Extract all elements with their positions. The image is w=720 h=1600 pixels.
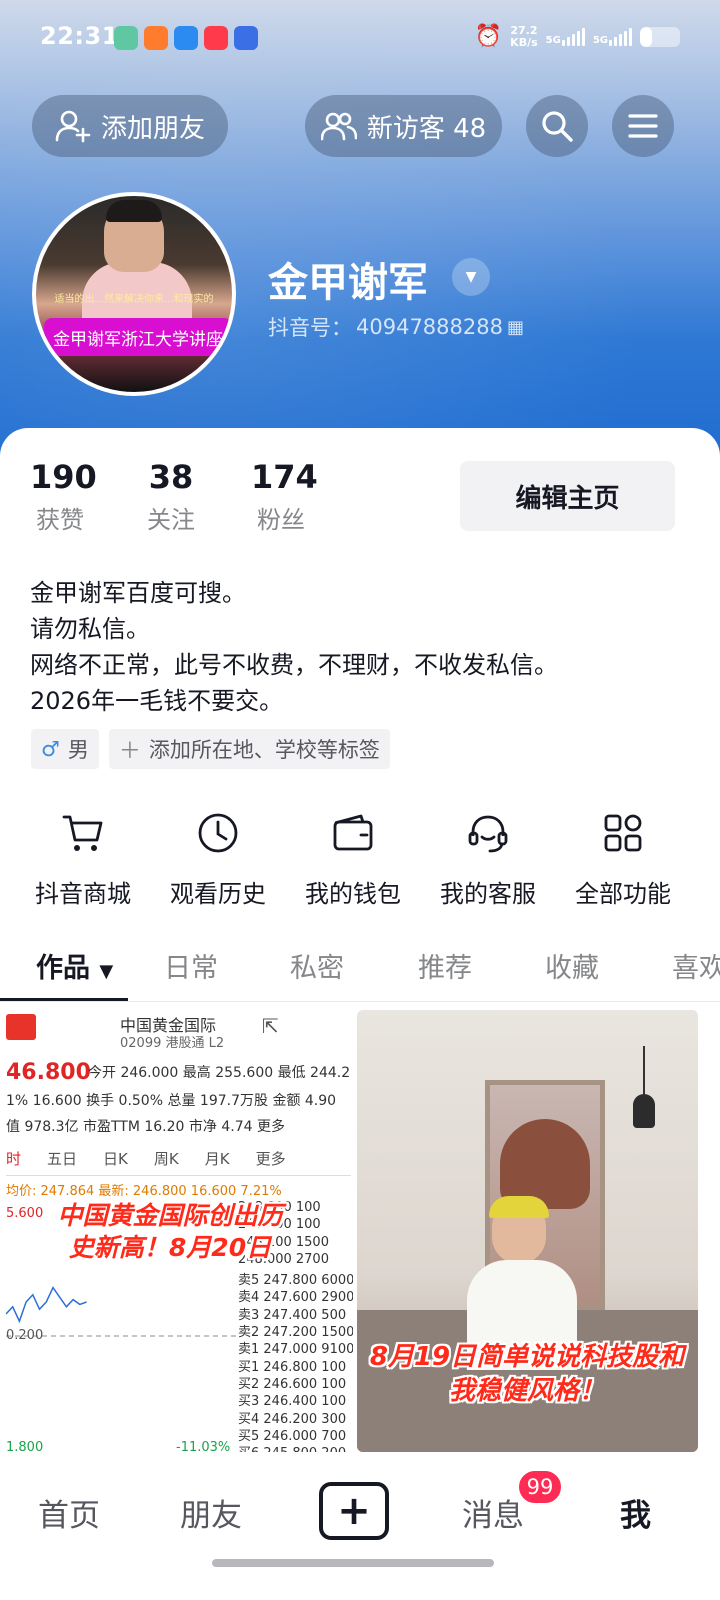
edit-profile-button[interactable]: 编辑主页 [460,461,675,531]
status-bar: 22:31 ⏰ 27.2 KB/s 5G 5G [0,18,720,58]
video-caption: 8月19日简单说说科技股和我稳健风格！ [369,1342,685,1406]
visitors-icon [320,112,357,141]
works-grid: 中国黄金国际 02099 港股通 L2 ⇱ 46.800 今开 246.000 … [0,1006,720,1456]
signal-bars-icon [609,27,632,46]
order-book-row: 卖3 247.400 500 [238,1307,347,1323]
search-icon [542,111,573,142]
app-notification-icon [114,26,138,50]
active-tab-indicator [0,998,128,1001]
profile-name: 金甲谢军 [268,260,428,306]
tab-recommend[interactable]: 推荐 [418,946,472,985]
profile-tags: ♂ 男 ＋ 添加所在地、学校等标签 [31,729,390,769]
signal-sim2: 5G [593,27,632,46]
order-book-row: 卖2 247.200 1500 [238,1325,353,1341]
order-book-row: 买5 246.000 700 [238,1428,347,1444]
price-line [6,1286,87,1324]
func-all[interactable]: 全部功能 [558,808,688,909]
order-book-row: 卖4 247.600 2900 [238,1290,353,1306]
func-mall[interactable]: 抖音商城 [18,808,148,909]
func-history[interactable]: 观看历史 [153,808,283,909]
stock-chart-tabs: 时 五日 日K 周K 月K 更多 [6,1148,351,1176]
order-book-row: 买6 245.800 200 [238,1442,353,1452]
alarm-icon: ⏰ [474,24,503,49]
account-switch-chevron-icon[interactable]: ▼ [452,258,490,296]
order-book-row: 卖5 247.800 6000 [238,1273,353,1289]
func-service[interactable]: 我的客服 [423,808,553,909]
add-tag-button[interactable]: ＋ 添加所在地、学校等标签 [108,729,390,769]
cart-icon [62,815,103,851]
signal-sim1: 5G [546,27,585,46]
cap [489,1196,549,1218]
nav-messages[interactable]: 消息 [462,1490,524,1535]
app-logo-icon [6,1014,36,1040]
clock-icon [198,813,238,853]
stat-following[interactable]: 38 关注 [141,458,201,535]
gender-tag[interactable]: ♂ 男 [31,729,99,769]
order-book-row: 买2 246.600 100 [238,1376,347,1392]
tab-private[interactable]: 私密 [290,946,344,985]
male-icon: ♂ [41,737,60,761]
app-notification-icon [234,26,258,50]
caret-down-icon: ▼ [99,961,114,982]
tab-daily[interactable]: 日常 [164,946,218,985]
tab-favorites[interactable]: 收藏 [545,946,599,985]
plus-icon: ＋ [118,739,141,764]
stat-likes[interactable]: 190 获赞 [30,458,97,535]
plus-icon: + [337,1488,371,1534]
bottom-navigation: 首页 朋友 + 消息 99 我 [0,1456,720,1600]
content-tabs: 作品 ▼ 日常 私密 推荐 收藏 喜欢 [0,940,720,1002]
pendant-lamp [633,1094,655,1128]
add-user-icon [55,110,91,143]
video-thumbnail-stock[interactable]: 中国黄金国际 02099 港股通 L2 ⇱ 46.800 今开 246.000 … [0,1010,353,1452]
order-book-row: 卖1 247.000 9100 [238,1342,353,1358]
signal-bars-icon [561,27,585,46]
order-book-row: 买4 246.200 300 [238,1411,347,1427]
home-indicator[interactable] [212,1559,494,1567]
create-post-button[interactable]: + [319,1482,389,1540]
headset-icon [468,815,508,853]
app-notification-icon [144,26,168,50]
wallet-icon [333,814,373,851]
nav-home[interactable]: 首页 [38,1490,100,1535]
order-book-row: 买1 246.800 100 [238,1359,347,1375]
douyin-id[interactable]: 抖音号： 40947888288 ▦ [268,312,524,342]
grid-icon [604,814,642,852]
add-friend-button[interactable]: 添加朋友 [32,95,228,157]
tab-works[interactable]: 作品 ▼ [36,946,113,985]
avatar-subtitle: 适当的出...然来解决你来...和现实的 [54,294,214,305]
func-wallet[interactable]: 我的钱包 [288,808,418,909]
tab-likes[interactable]: 喜欢 [672,946,720,985]
app-notification-icon [204,26,228,50]
avatar-banner: 金甲谢军浙江大学讲座 [44,318,232,356]
app-notification-icon [174,26,198,50]
messages-badge: 99 [517,1469,563,1505]
hamburger-menu-icon [628,114,658,138]
profile-bio: 金甲谢军百度可搜。 请勿私信。 网络不正常，此号不收费，不理财，不收发私信。 2… [30,579,558,715]
menu-button[interactable] [612,95,674,157]
nav-friends[interactable]: 朋友 [180,1490,242,1535]
network-rate: 27.2 KB/s [510,23,538,49]
share-icon: ⇱ [262,1014,279,1038]
video-thumbnail-talk[interactable]: 8月19日简单说说科技股和我稳健风格！ [357,1010,698,1452]
search-button[interactable] [526,95,588,157]
video-caption: 中国黄金国际创出历史新高！8月20日 [57,1201,283,1262]
order-book-row: 买3 246.400 100 [238,1394,347,1410]
nav-me[interactable]: 我 [620,1490,651,1535]
status-time: 22:31 [40,22,119,50]
avatar[interactable]: 适当的出...然来解决你来...和现实的 金甲谢军浙江大学讲座 [32,192,236,396]
battery-icon [640,26,680,47]
new-visitors-button[interactable]: 新访客 48 [305,95,502,157]
stat-followers[interactable]: 174 粉丝 [251,458,318,535]
status-indicators: ⏰ 27.2 KB/s 5G 5G [475,24,680,49]
status-app-icons [114,26,258,50]
qr-code-icon[interactable]: ▦ [507,317,524,338]
